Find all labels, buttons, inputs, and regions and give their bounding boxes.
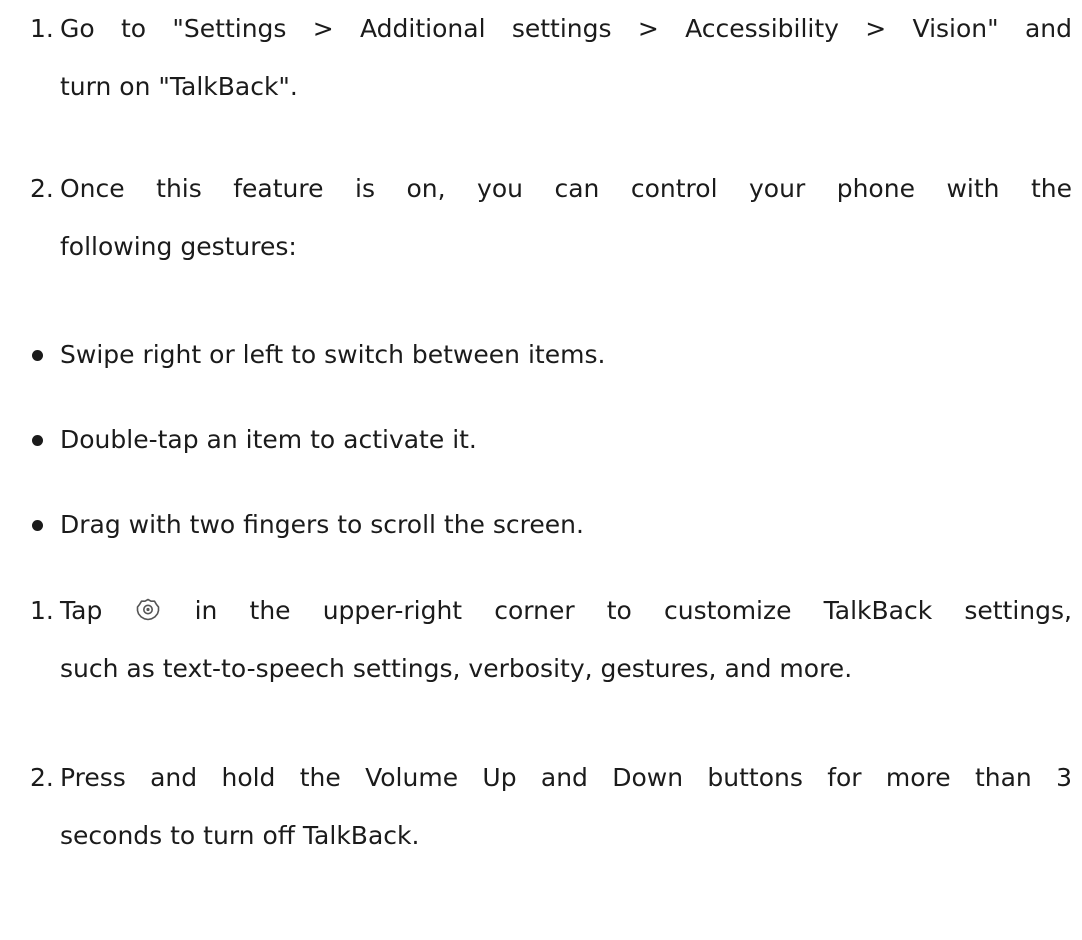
step-number: 1. [30,596,54,625]
list-item: Swipe right or left to switch between it… [30,326,1072,384]
step-item: 1. Go to "Settings > Additional settings… [30,0,1072,116]
instructions-document: 1. Go to "Settings > Additional settings… [0,0,1082,940]
bullet-text: Swipe right or left to switch between it… [60,340,606,369]
step-item: 1. Tap in the upper-right corner to cust… [30,582,1072,698]
list-item: Double-tap an item to activate it. [30,411,1072,469]
list-item: Drag with two fingers to scroll the scre… [30,496,1072,554]
bullet-icon [32,435,43,446]
step-text-line: Press and hold the Volume Up and Down bu… [60,763,1072,792]
step-text-line: Tap in the upper-right corner to customi… [60,582,1072,640]
step-number: 2. [30,763,54,792]
step-number: 1. [30,14,54,43]
step-text-after-icon: in the upper-right corner to customize T… [194,596,1072,625]
step-text-line: such as text-to-speech settings, verbosi… [60,654,853,683]
settings-gear-icon [136,585,160,621]
bullet-icon [32,520,43,531]
step-text-line: following gestures: [60,232,297,261]
step-text-line: seconds to turn off TalkBack. [60,821,420,850]
step-item: 2. Once this feature is on, you can cont… [30,160,1072,276]
step-text-line: turn on "TalkBack". [60,72,298,101]
bullet-icon [32,350,43,361]
step-text-line: Go to "Settings > Additional settings > … [60,14,1072,43]
bullet-text: Double-tap an item to activate it. [60,425,477,454]
step-number: 2. [30,174,54,203]
step-text-before-icon: Tap [60,596,103,625]
step-text-line: Once this feature is on, you can control… [60,174,1072,203]
bullet-text: Drag with two fingers to scroll the scre… [60,510,584,539]
step-item: 2. Press and hold the Volume Up and Down… [30,749,1072,865]
